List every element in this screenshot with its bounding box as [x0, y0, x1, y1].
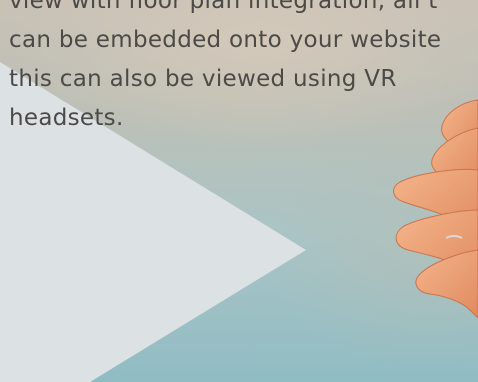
- description-line: this can also be viewed using VR: [9, 66, 397, 92]
- description-text: view with floor plan integration, all t …: [9, 0, 478, 138]
- description-line: headsets.: [9, 105, 124, 131]
- description-line: can be embedded onto your website: [9, 27, 442, 53]
- description-line: view with floor plan integration, all t: [9, 0, 438, 14]
